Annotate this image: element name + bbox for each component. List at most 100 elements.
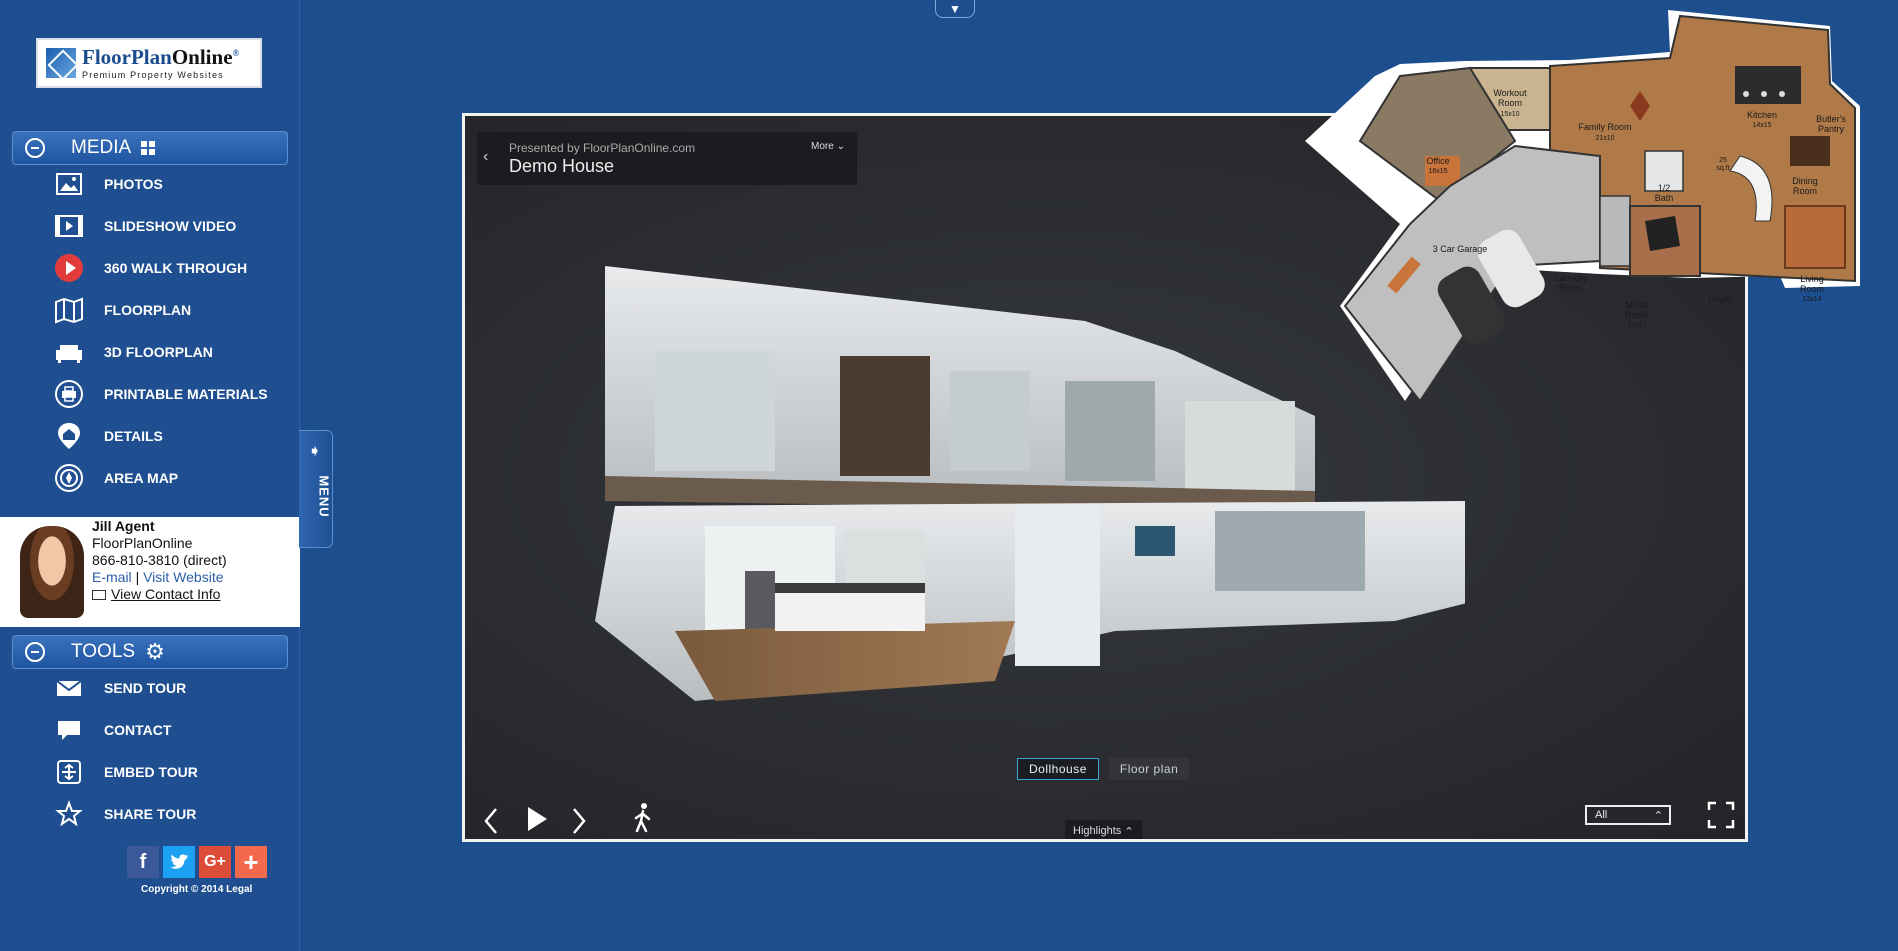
floorplan-minimap[interactable]: Workout Room 15x10 Office 16x15 Family R… (1300, 6, 1870, 492)
fp-label-dining-b: Room (1793, 186, 1817, 196)
chevron-left-icon[interactable] (482, 806, 500, 839)
fp-label-kitchen: Kitchen (1747, 110, 1777, 120)
logo-brand: FloorPlanOnline® (82, 44, 240, 69)
floorplan-view-button[interactable]: Floor plan (1108, 758, 1190, 780)
envelope-icon (52, 671, 86, 705)
chat-bubble-icon (52, 713, 86, 747)
highlights-button[interactable]: Highlights ⌃ (1065, 820, 1142, 839)
chevron-right-icon[interactable] (570, 806, 588, 839)
play-icon[interactable] (525, 804, 549, 839)
tools-item-share-tour[interactable]: SHARE TOUR (0, 793, 300, 835)
chevron-up-icon: ⌃ (1653, 810, 1663, 822)
collapse-icon[interactable] (25, 138, 45, 158)
fp-label-sqft-b: sq.ft (1716, 165, 1729, 172)
media-item-area-map[interactable]: AREA MAP (0, 457, 300, 499)
fp-label-family: Family Room (1578, 122, 1631, 132)
tools-section-title: TOOLS (71, 641, 136, 662)
link-separator: | (135, 569, 140, 585)
fp-label-workout-b: Room (1498, 98, 1522, 108)
view-contact-info-link[interactable]: View Contact Info (111, 586, 220, 602)
media-item-label: 360 WALK THROUGH (104, 260, 248, 276)
tools-item-send-tour[interactable]: SEND TOUR (0, 667, 300, 709)
top-dropdown-toggle[interactable]: ▼ (935, 0, 975, 18)
star-icon (52, 797, 86, 831)
gear-icon[interactable]: ⚙ (145, 641, 165, 663)
house-name: Demo House (509, 156, 615, 176)
media-item-details[interactable]: DETAILS (0, 415, 300, 457)
sidebar: FloorPlanOnline® Premium Property Websit… (0, 0, 300, 951)
presented-by[interactable]: Presented by FloorPlanOnline.com (509, 141, 695, 155)
fp-label-pantry-b: Pantry (1818, 124, 1845, 134)
tools-item-contact[interactable]: CONTACT (0, 709, 300, 751)
chevron-down-icon: ▼ (949, 1, 961, 16)
chevron-left-icon[interactable]: ‹ (483, 148, 488, 166)
media-item-label: SLIDESHOW VIDEO (104, 218, 237, 234)
fp-label-foyer: Foyer (1708, 294, 1731, 304)
floor-filter-select[interactable]: All ⌃ (1585, 805, 1671, 825)
fp-label-half-bath: 1/2 (1658, 183, 1671, 193)
fp-label-garage: 3 Car Garage (1433, 244, 1488, 254)
fp-label-laundry-b: Room (1559, 283, 1583, 293)
view-mode-toggle: Dollhouse Floor plan (1017, 758, 1190, 780)
play-circle-icon (52, 251, 86, 285)
fp-label-office: Office (1426, 156, 1449, 166)
menu-tab-label: MENU (316, 475, 332, 518)
embed-icon (52, 755, 86, 789)
google-plus-button[interactable]: G+ (199, 846, 231, 878)
fp-label-pantry: Butler's (1816, 114, 1846, 124)
tools-item-label: EMBED TOUR (104, 764, 198, 780)
fp-label-workout: Workout (1493, 88, 1527, 98)
media-item-label: AREA MAP (104, 470, 179, 486)
agent-website-link[interactable]: Visit Website (143, 569, 223, 585)
media-item-slideshow-video[interactable]: SLIDESHOW VIDEO (0, 205, 300, 247)
media-section-header[interactable]: MEDIA (12, 131, 288, 165)
site-logo[interactable]: FloorPlanOnline® Premium Property Websit… (36, 38, 262, 88)
map-icon (52, 293, 86, 327)
sofa-icon (52, 335, 86, 369)
tools-item-embed-tour[interactable]: EMBED TOUR (0, 751, 300, 793)
compass-icon (52, 461, 86, 495)
agent-card: Jill Agent FloorPlanOnline 866-810-3810 … (0, 517, 300, 627)
tools-item-label: SEND TOUR (104, 680, 187, 696)
fp-label-office-size: 16x15 (1428, 168, 1447, 175)
agent-avatar (20, 526, 84, 618)
more-share-button[interactable]: + (235, 846, 267, 878)
tools-item-label: SHARE TOUR (104, 806, 197, 822)
media-item-label: FLOORPLAN (104, 302, 192, 318)
twitter-icon (170, 854, 189, 869)
fp-label-kitchen-size: 14x15 (1752, 122, 1771, 129)
media-item-floorplan[interactable]: FLOORPLAN (0, 289, 300, 331)
media-item-label: 3D FLOORPLAN (104, 344, 213, 360)
agent-name: Jill Agent (92, 518, 155, 534)
printer-icon (52, 377, 86, 411)
media-section-title: MEDIA (71, 137, 132, 158)
collapse-icon[interactable] (25, 642, 45, 662)
walking-person-icon[interactable] (632, 802, 654, 839)
media-item-3d-floorplan[interactable]: 3D FLOORPLAN (0, 331, 300, 373)
twitter-button[interactable] (163, 846, 195, 878)
media-menu: PHOTOS SLIDESHOW VIDEO 360 WALK THROUGH … (0, 163, 300, 499)
media-item-printable-materials[interactable]: PRINTABLE MATERIALS (0, 373, 300, 415)
chevron-up-icon: ⌃ (1124, 825, 1134, 838)
media-item-photos[interactable]: PHOTOS (0, 163, 300, 205)
contact-card-icon (92, 590, 106, 600)
tour-title-bar: ‹ Presented by FloorPlanOnline.com Demo … (477, 132, 857, 185)
tools-menu: SEND TOUR CONTACT EMBED TOUR SHARE TOUR (0, 667, 300, 835)
media-item-label: DETAILS (104, 428, 163, 444)
tools-section-header[interactable]: TOOLS ⚙ (12, 635, 288, 669)
media-item-360-walk-through[interactable]: 360 WALK THROUGH (0, 247, 300, 289)
house-pin-icon (52, 419, 86, 453)
fp-label-living: Living (1800, 274, 1824, 284)
dollhouse-view-button[interactable]: Dollhouse (1017, 758, 1099, 780)
fp-label-sqft: 25 (1719, 157, 1727, 164)
fp-label-music: Music (1625, 300, 1649, 310)
menu-toggle-tab[interactable]: ➧ MENU (299, 430, 333, 548)
facebook-button[interactable]: f (127, 846, 159, 878)
fullscreen-icon[interactable] (1707, 801, 1735, 834)
more-button[interactable]: More ⌄ (811, 141, 845, 152)
menu-arrow-icon: ➧ (308, 443, 322, 460)
copyright-text[interactable]: Copyright © 2014 Legal (141, 884, 252, 895)
agent-email-link[interactable]: E-mail (92, 569, 132, 585)
media-item-label: PRINTABLE MATERIALS (104, 386, 268, 402)
grid-icon[interactable] (141, 141, 156, 155)
